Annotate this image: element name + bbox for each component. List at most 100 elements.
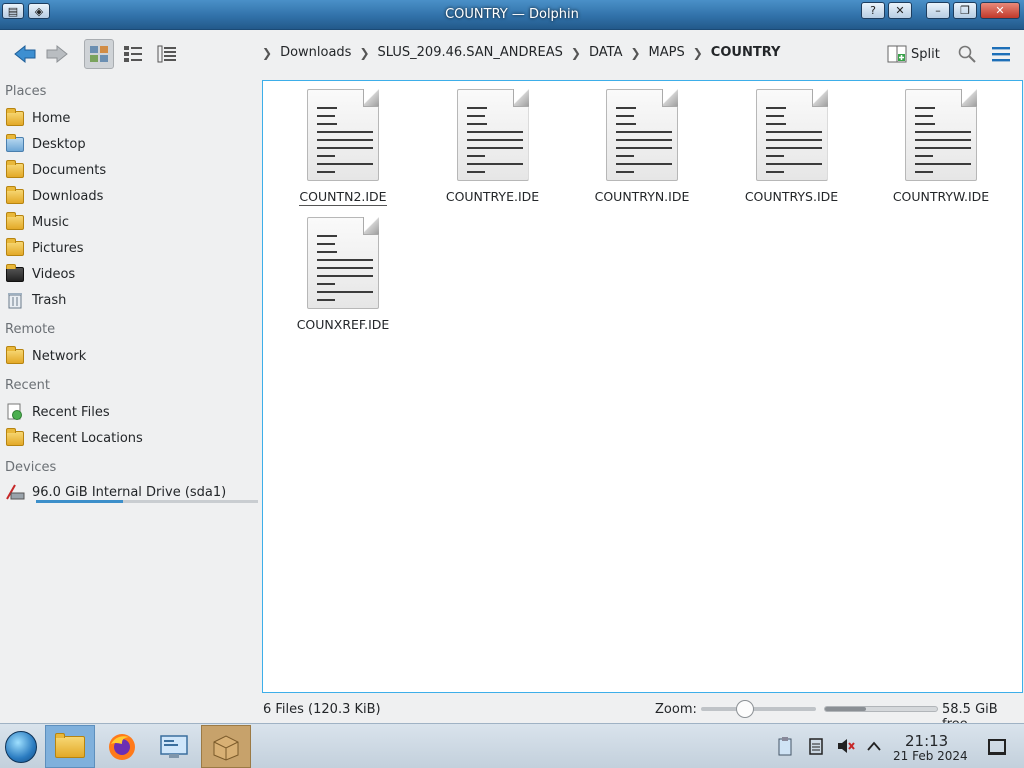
recent-files-icon bbox=[4, 402, 26, 422]
close-small-icon[interactable]: ✕ bbox=[888, 2, 912, 19]
clock-time[interactable]: 21:13 bbox=[905, 732, 948, 750]
sidebar-item-downloads[interactable]: Downloads bbox=[4, 184, 256, 208]
section-header-devices: Devices bbox=[5, 460, 57, 475]
minimize-button[interactable]: – bbox=[926, 2, 950, 19]
sidebar-item-label: Downloads bbox=[32, 188, 104, 204]
icons-view-button[interactable] bbox=[84, 39, 114, 69]
videos-folder-icon bbox=[4, 263, 26, 284]
sidebar-item-music[interactable]: Music bbox=[4, 210, 256, 234]
sidebar-item-label: Music bbox=[32, 214, 69, 230]
documents-folder-icon bbox=[4, 159, 26, 180]
system-settings-icon bbox=[160, 734, 188, 758]
text-document-icon bbox=[456, 89, 529, 181]
clipboard-icon bbox=[778, 737, 792, 756]
search-button[interactable] bbox=[954, 42, 980, 66]
music-folder-icon bbox=[4, 211, 26, 232]
toolbar: ❯ Downloads ❯ SLUS_209.46.SAN_ANDREAS ❯ DAT… bbox=[0, 31, 1024, 77]
close-button[interactable]: ✕ bbox=[980, 2, 1020, 19]
text-document-icon bbox=[307, 217, 379, 309]
chevron-up-icon bbox=[867, 741, 881, 751]
help-icon[interactable]: ? bbox=[861, 2, 885, 19]
tray-clipboard[interactable] bbox=[774, 736, 796, 756]
breadcrumb-country[interactable]: ❯ COUNTRY bbox=[693, 45, 789, 60]
package-box-icon bbox=[213, 734, 239, 761]
sidebar-item-home[interactable]: Home bbox=[4, 106, 256, 130]
file-count-label: 6 Files (120.3 KiB) bbox=[263, 702, 381, 717]
sidebar-item-pictures[interactable]: Pictures bbox=[4, 236, 256, 260]
sidebar-item-trash[interactable]: Trash bbox=[4, 288, 256, 312]
sidebar-item-label: Home bbox=[32, 110, 71, 126]
text-document-icon bbox=[307, 89, 379, 181]
taskbar-system-settings[interactable] bbox=[149, 725, 199, 768]
file-name: COUNTRYE.IDE bbox=[445, 189, 540, 204]
hamburger-menu-icon bbox=[992, 47, 1010, 62]
text-document-icon bbox=[755, 89, 828, 181]
taskbar-firefox[interactable] bbox=[97, 725, 147, 768]
maximize-button[interactable]: ❐ bbox=[953, 2, 977, 19]
sidebar-item-desktop[interactable]: Desktop bbox=[4, 132, 256, 156]
file-item[interactable]: COUNTRYS.IDE bbox=[732, 89, 852, 209]
details-view-icon bbox=[157, 45, 176, 63]
notes-icon bbox=[809, 738, 823, 755]
sidebar-item-documents[interactable]: Documents bbox=[4, 158, 256, 182]
sidebar-item-label: Documents bbox=[32, 162, 107, 178]
breadcrumb-slus[interactable]: ❯ SLUS_209.46.SAN_ANDREAS bbox=[359, 45, 570, 60]
taskbar-dolphin[interactable] bbox=[45, 725, 95, 768]
recent-locations-icon bbox=[4, 427, 26, 448]
compact-view-icon bbox=[124, 46, 142, 62]
hamburger-menu-button[interactable] bbox=[988, 42, 1014, 66]
file-item[interactable]: COUNTN2.IDE bbox=[283, 89, 403, 209]
volume-muted-icon bbox=[838, 739, 855, 753]
desktop-folder-icon bbox=[4, 133, 26, 154]
file-item[interactable]: COUNTRYW.IDE bbox=[881, 89, 1001, 209]
tray-notes[interactable] bbox=[805, 736, 827, 756]
places-sidebar: Places Home Desktop Documents Downloads … bbox=[0, 80, 260, 700]
status-bar: 6 Files (120.3 KiB) Zoom: 58.5 GiB free bbox=[262, 698, 1024, 732]
sidebar-item-recent-locations[interactable]: Recent Locations bbox=[4, 426, 256, 450]
forward-arrow-icon bbox=[46, 44, 68, 64]
sidebar-item-recent-files[interactable]: Recent Files bbox=[4, 400, 256, 424]
firefox-icon bbox=[109, 733, 135, 760]
sidebar-item-internal-drive[interactable]: 96.0 GiB Internal Drive (sda1) bbox=[4, 480, 258, 504]
clock-date[interactable]: 21 Feb 2024 bbox=[893, 749, 968, 763]
sidebar-item-label: Desktop bbox=[32, 136, 86, 152]
file-item[interactable]: COUNXREF.IDE bbox=[283, 217, 403, 337]
section-header-places: Places bbox=[5, 84, 47, 99]
breadcrumb-data[interactable]: ❯ DATA bbox=[571, 45, 631, 60]
text-document-icon bbox=[905, 89, 977, 181]
start-menu-button[interactable] bbox=[5, 731, 37, 763]
file-view[interactable]: COUNTN2.IDE COUNTRYE.IDE COUNTRYN.IDE COUNT… bbox=[262, 80, 1023, 693]
zoom-slider-handle[interactable] bbox=[735, 700, 754, 718]
title-bar[interactable]: ▤ ◈ COUNTRY — Dolphin ? ✕ – ❐ ✕ bbox=[0, 0, 1024, 30]
sidebar-item-label: Pictures bbox=[32, 240, 84, 256]
back-button[interactable] bbox=[10, 39, 40, 69]
show-desktop-button[interactable] bbox=[988, 739, 1006, 755]
tray-expand[interactable] bbox=[863, 736, 885, 756]
sidebar-item-network[interactable]: Network bbox=[4, 344, 256, 368]
zoom-label: Zoom: bbox=[655, 702, 697, 717]
file-item[interactable]: COUNTRYN.IDE bbox=[582, 89, 702, 209]
zoom-slider[interactable] bbox=[701, 707, 816, 711]
sidebar-item-label: 96.0 GiB Internal Drive (sda1) bbox=[32, 484, 227, 500]
tray-volume[interactable] bbox=[835, 736, 857, 756]
breadcrumb: ❯ Downloads ❯ SLUS_209.46.SAN_ANDREAS ❯ DAT… bbox=[262, 45, 788, 60]
file-name: COUNTN2.IDE bbox=[299, 189, 387, 206]
home-folder-icon bbox=[4, 107, 26, 128]
file-item[interactable]: COUNTRYE.IDE bbox=[433, 89, 553, 209]
sidebar-item-videos[interactable]: Videos bbox=[4, 262, 256, 286]
breadcrumb-downloads[interactable]: ❯ Downloads bbox=[262, 45, 359, 60]
compact-view-button[interactable] bbox=[118, 39, 148, 69]
free-space-bar bbox=[824, 706, 938, 712]
details-view-button[interactable] bbox=[152, 39, 182, 69]
file-name: COUNTRYS.IDE bbox=[744, 189, 839, 204]
breadcrumb-label: SLUS_209.46.SAN_ANDREAS bbox=[377, 45, 563, 60]
search-icon bbox=[958, 45, 976, 63]
sidebar-item-label: Recent Locations bbox=[32, 430, 143, 446]
taskbar-archive-manager[interactable] bbox=[201, 725, 251, 768]
section-header-remote: Remote bbox=[5, 322, 56, 337]
forward-button[interactable] bbox=[42, 39, 72, 69]
breadcrumb-maps[interactable]: ❯ MAPS bbox=[630, 45, 692, 60]
breadcrumb-label: MAPS bbox=[648, 45, 685, 60]
split-button[interactable]: Split bbox=[887, 42, 940, 66]
sidebar-item-label: Videos bbox=[32, 266, 76, 282]
